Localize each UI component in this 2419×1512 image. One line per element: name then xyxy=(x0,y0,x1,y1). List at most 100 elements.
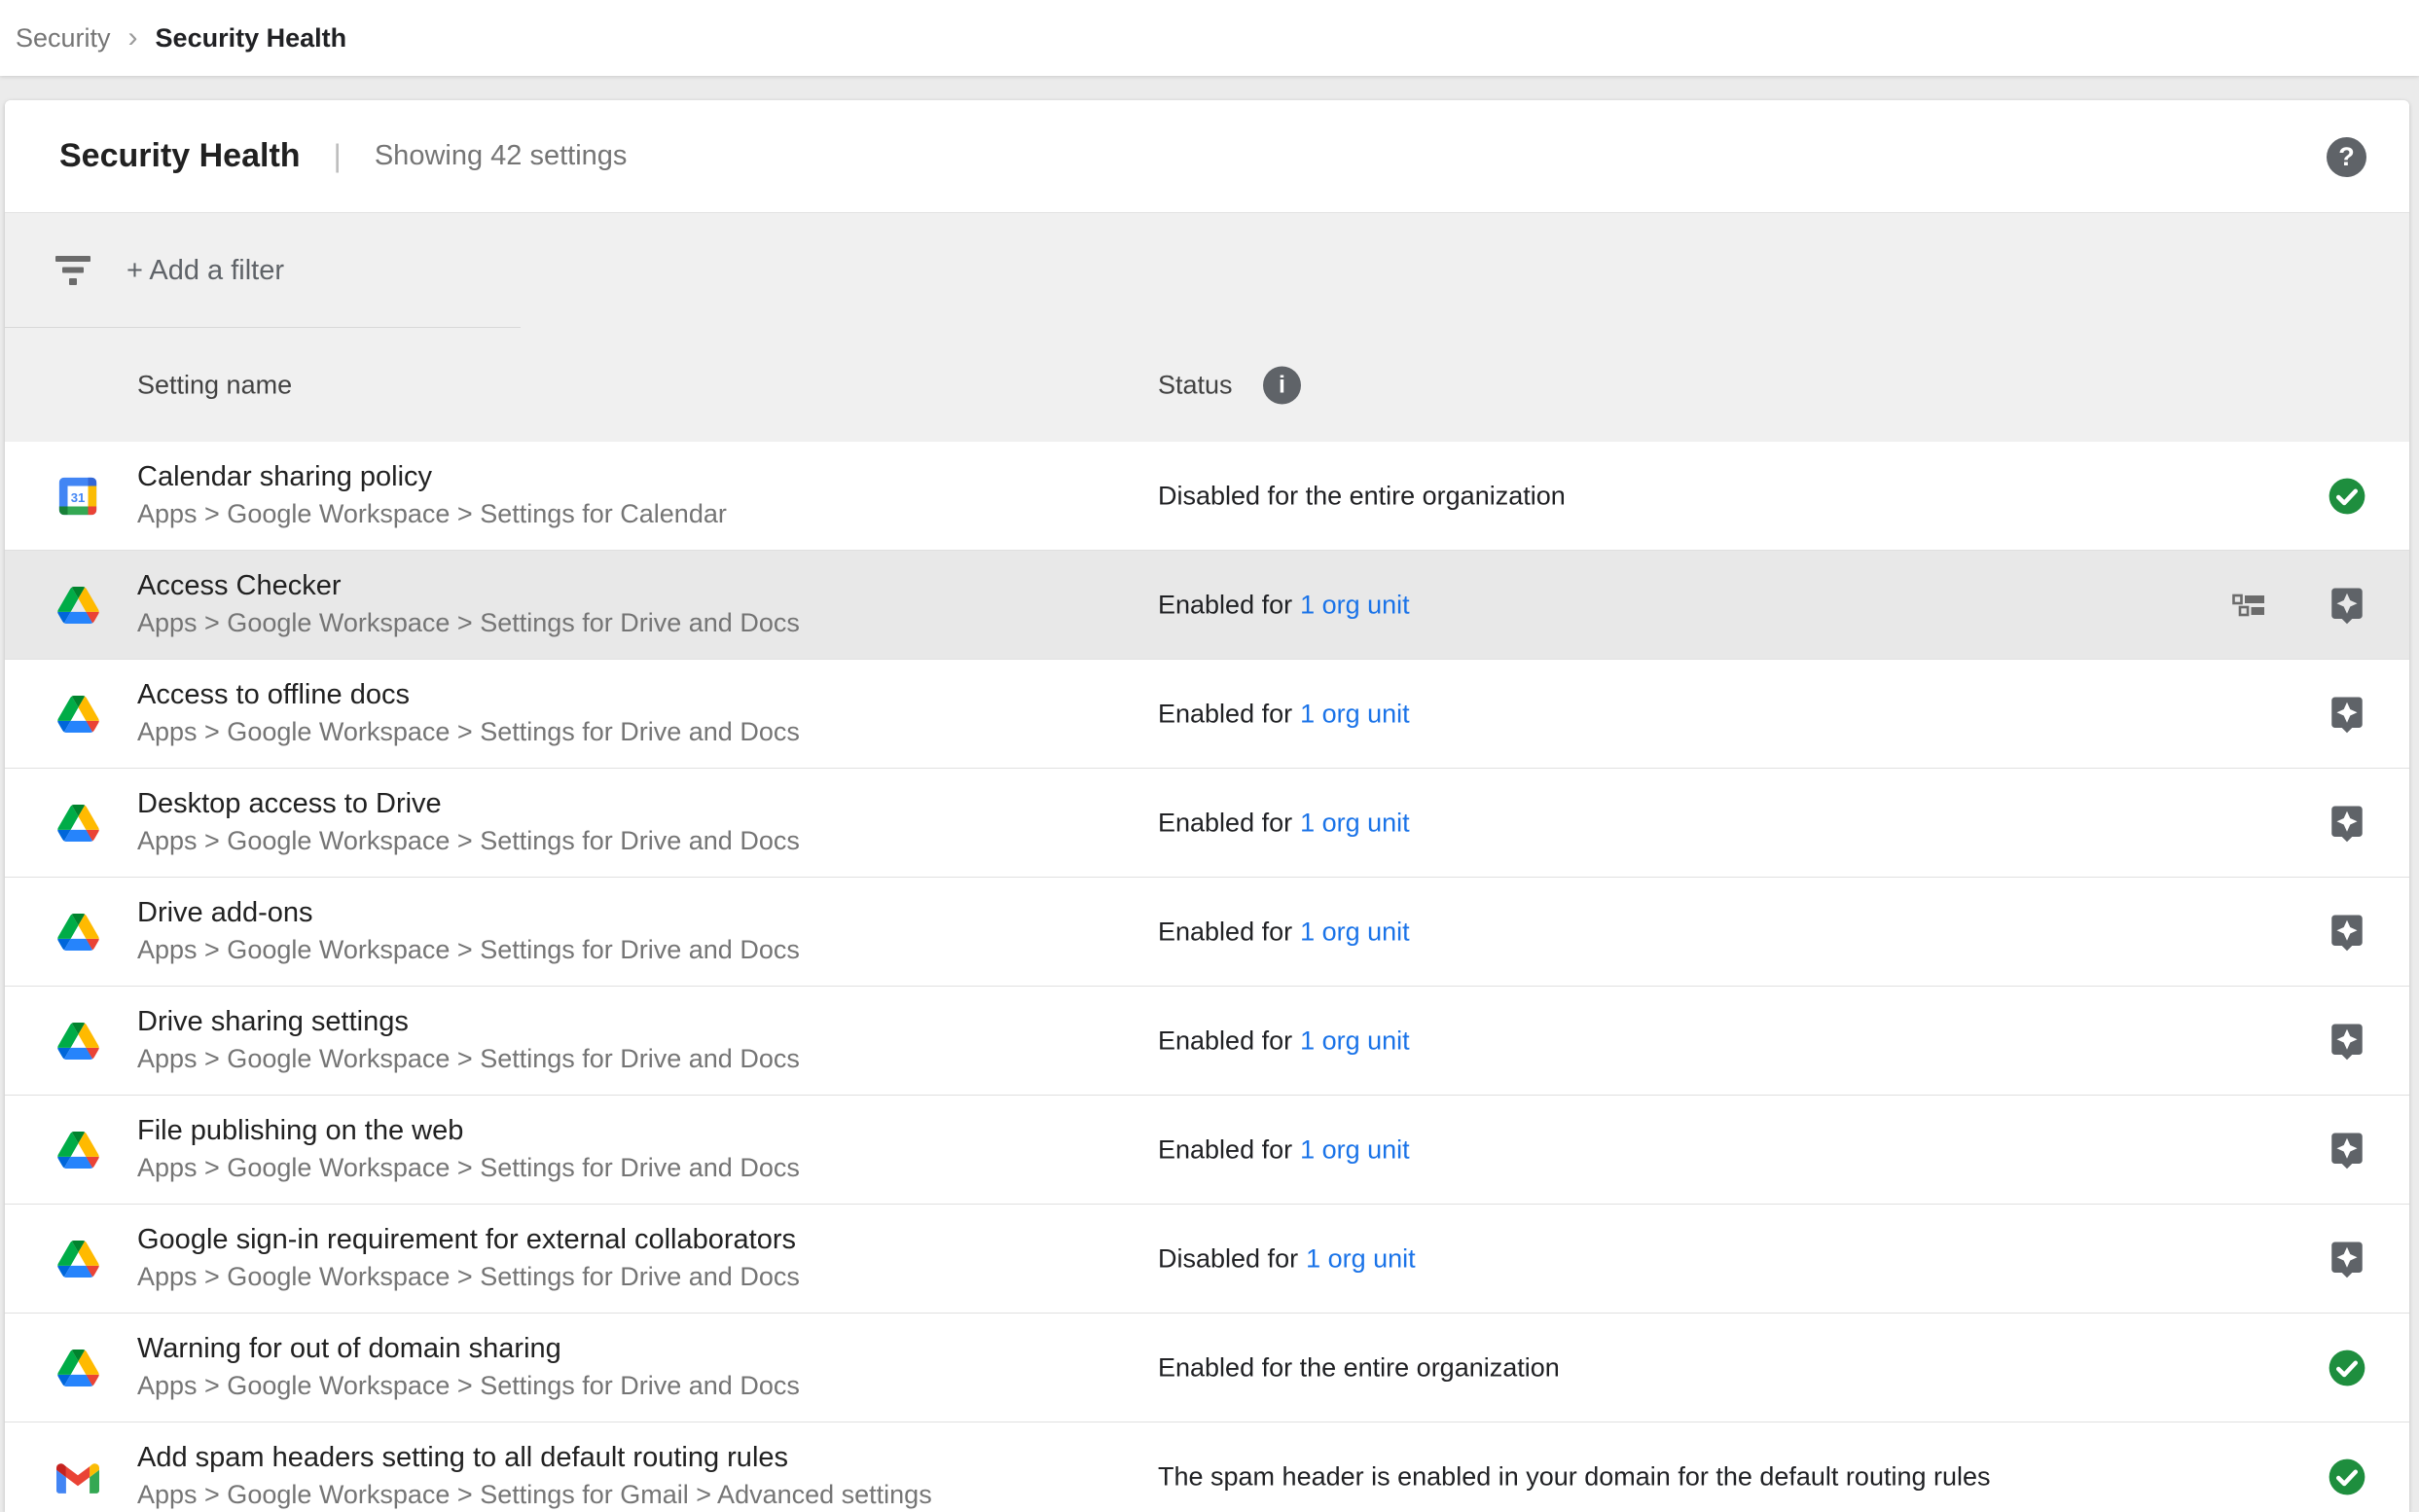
setting-name: Drive sharing settings xyxy=(137,1003,800,1041)
app-icon: 31 xyxy=(55,583,100,628)
title-divider: | xyxy=(334,138,342,174)
table-header: Setting name Status i xyxy=(5,328,2409,442)
status-text: Enabled for xyxy=(1158,1134,1292,1164)
breadcrumb-item-security[interactable]: Security xyxy=(16,23,111,54)
card-header: Security Health | Showing 42 settings ? xyxy=(5,100,2409,213)
app-icon: 31 xyxy=(55,692,100,737)
setting-name-block: Calendar sharing policy Apps > Google Wo… xyxy=(137,458,727,531)
filter-bar: + Add a filter xyxy=(5,213,2409,328)
setting-path: Apps > Google Workspace > Settings for D… xyxy=(137,1368,800,1403)
setting-path: Apps > Google Workspace > Settings for D… xyxy=(137,1150,800,1185)
app-icon: 31 xyxy=(55,1455,100,1499)
app-icon: 31 xyxy=(55,1128,100,1172)
org-unit-link[interactable]: 1 org unit xyxy=(1300,590,1410,619)
org-unit-link[interactable]: 1 org unit xyxy=(1300,1026,1410,1055)
drive-icon xyxy=(57,805,99,842)
drive-icon xyxy=(57,1132,99,1169)
status-text: Enabled for xyxy=(1158,808,1292,837)
table-row[interactable]: 31 Access to offline docs xyxy=(5,660,2409,769)
setting-status: Enabled for 1 org unit xyxy=(1158,808,1410,838)
setting-path: Apps > Google Workspace > Settings for D… xyxy=(137,714,800,749)
setting-name: Desktop access to Drive xyxy=(137,785,800,823)
app-icon: 31 xyxy=(55,474,100,519)
breadcrumb: Security › Security Health xyxy=(0,0,2419,76)
org-unit-link[interactable]: 1 org unit xyxy=(1300,699,1410,728)
status-info-icon[interactable]: i xyxy=(1263,366,1301,404)
gmail-icon xyxy=(56,1460,99,1494)
recommendation-icon[interactable] xyxy=(2327,694,2367,735)
setting-path: Apps > Google Workspace > Settings for D… xyxy=(137,1259,800,1294)
recommendation-icon[interactable] xyxy=(2327,803,2367,844)
table-row[interactable]: 31 Desktop access to Drive xyxy=(5,769,2409,878)
add-filter-button[interactable]: + Add a filter xyxy=(126,213,284,328)
drive-icon xyxy=(57,696,99,733)
drive-icon xyxy=(57,1241,99,1278)
setting-name-block: Google sign-in requirement for external … xyxy=(137,1221,800,1294)
status-ok-icon xyxy=(2327,1457,2367,1497)
drive-icon xyxy=(57,1350,99,1386)
drive-icon xyxy=(57,914,99,951)
recommendation-icon[interactable] xyxy=(2327,1021,2367,1062)
status-text: Enabled for xyxy=(1158,917,1292,946)
svg-text:31: 31 xyxy=(71,490,86,505)
setting-path: Apps > Google Workspace > Settings for G… xyxy=(137,1477,932,1512)
table-row[interactable]: 31 Drive sharing settings xyxy=(5,987,2409,1096)
setting-name: Warning for out of domain sharing xyxy=(137,1330,800,1368)
setting-name: File publishing on the web xyxy=(137,1112,800,1150)
setting-status: Enabled for 1 org unit xyxy=(1158,1026,1410,1056)
app-icon: 31 xyxy=(55,1019,100,1063)
setting-status: Enabled for 1 org unit xyxy=(1158,1134,1410,1165)
setting-name-block: Access Checker Apps > Google Workspace >… xyxy=(137,567,800,640)
org-unit-link[interactable]: 1 org unit xyxy=(1306,1243,1416,1273)
status-text: Enabled for xyxy=(1158,590,1292,619)
setting-status: Enabled for 1 org unit xyxy=(1158,917,1410,947)
setting-name: Access to offline docs xyxy=(137,676,800,714)
breadcrumb-item-security-health: Security Health xyxy=(156,23,347,54)
setting-status: Disabled for the entire organization xyxy=(1158,481,1566,511)
setting-name-block: Drive sharing settings Apps > Google Wor… xyxy=(137,1003,800,1076)
table-row[interactable]: 31 Drive add-ons App xyxy=(5,878,2409,987)
table-row[interactable]: 31 Calendar sharing policy xyxy=(5,442,2409,551)
filter-icon[interactable] xyxy=(54,254,92,287)
app-icon: 31 xyxy=(55,801,100,846)
settings-count: Showing 42 settings xyxy=(375,140,628,172)
setting-name-block: Access to offline docs Apps > Google Wor… xyxy=(137,676,800,749)
status-ok-icon xyxy=(2327,476,2367,517)
setting-name: Google sign-in requirement for external … xyxy=(137,1221,800,1259)
status-text: Disabled for the entire organization xyxy=(1158,481,1566,510)
recommendation-icon[interactable] xyxy=(2327,585,2367,626)
table-row[interactable]: 31 File publishing on the xyxy=(5,1096,2409,1205)
org-unit-override-icon xyxy=(2232,594,2265,616)
table-row[interactable]: 31 Access Checker Ap xyxy=(5,551,2409,660)
status-text: Enabled for the entire organization xyxy=(1158,1352,1560,1382)
org-unit-link[interactable]: 1 org unit xyxy=(1300,1134,1410,1164)
org-unit-link[interactable]: 1 org unit xyxy=(1300,917,1410,946)
recommendation-icon[interactable] xyxy=(2327,912,2367,953)
setting-name: Calendar sharing policy xyxy=(137,458,727,496)
status-text: The spam header is enabled in your domai… xyxy=(1158,1461,1991,1491)
setting-status: Disabled for 1 org unit xyxy=(1158,1243,1416,1274)
security-health-card: Security Health | Showing 42 settings ? … xyxy=(5,100,2409,1512)
status-text: Disabled for xyxy=(1158,1243,1298,1273)
setting-path: Apps > Google Workspace > Settings for D… xyxy=(137,932,800,967)
app-icon: 31 xyxy=(55,1346,100,1390)
setting-name: Drive add-ons xyxy=(137,894,800,932)
setting-path: Apps > Google Workspace > Settings for D… xyxy=(137,823,800,858)
org-unit-link[interactable]: 1 org unit xyxy=(1300,808,1410,837)
table-row[interactable]: 31 Add spam headers settin xyxy=(5,1422,2409,1512)
status-text: Enabled for xyxy=(1158,1026,1292,1055)
setting-name: Access Checker xyxy=(137,567,800,605)
status-text: Enabled for xyxy=(1158,699,1292,728)
setting-name-block: Drive add-ons Apps > Google Workspace > … xyxy=(137,894,800,967)
table-row[interactable]: 31 Google sign-in requirem xyxy=(5,1205,2409,1314)
app-icon: 31 xyxy=(55,910,100,954)
table-row[interactable]: 31 Warning for out of doma xyxy=(5,1314,2409,1422)
help-icon[interactable]: ? xyxy=(2327,137,2366,177)
status-ok-icon xyxy=(2327,1348,2367,1388)
setting-status: Enabled for 1 org unit xyxy=(1158,590,1410,620)
recommendation-icon[interactable] xyxy=(2327,1130,2367,1170)
setting-status: Enabled for 1 org unit xyxy=(1158,699,1410,729)
drive-icon xyxy=(57,587,99,624)
setting-name-block: Desktop access to Drive Apps > Google Wo… xyxy=(137,785,800,858)
recommendation-icon[interactable] xyxy=(2327,1239,2367,1279)
